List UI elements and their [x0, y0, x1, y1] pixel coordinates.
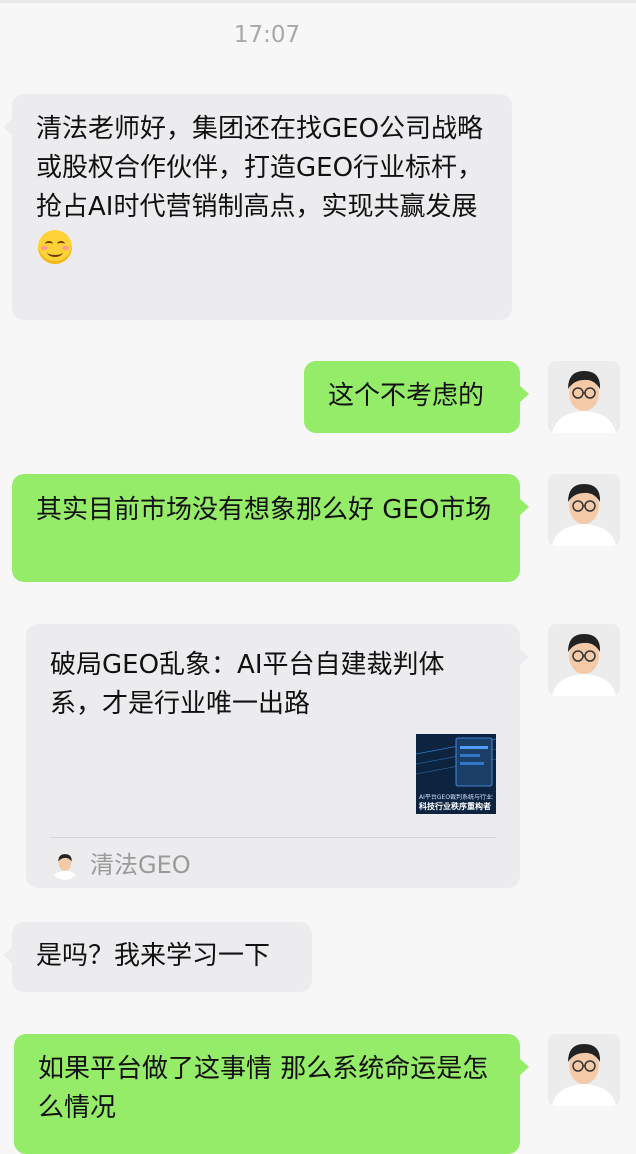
thumbnail-caption: AI平台GEO裁判系统与行业治理，是: [419, 794, 493, 801]
message-text: 是吗？我来学习一下: [36, 941, 271, 971]
card-divider: [50, 837, 496, 838]
thumbnail-headline: 科技行业秩序重构者: [419, 802, 491, 811]
user-avatar-icon: [548, 1034, 620, 1106]
message-incoming[interactable]: 清法老师好，集团还在找GEO公司战略或股权合作伙伴，打造GEO行业标杆，抢占AI…: [3, 94, 512, 320]
avatar[interactable]: [548, 1034, 620, 1106]
message-outgoing[interactable]: 这个不考虑的: [304, 361, 529, 433]
message-text: 这个不考虑的: [328, 381, 485, 411]
smiling-face-icon: [38, 229, 72, 264]
message-text: 清法老师好，集团还在找GEO公司战略或股权合作伙伴，打造GEO行业标杆，抢占AI…: [36, 114, 484, 222]
message-incoming[interactable]: 是吗？我来学习一下: [3, 922, 312, 992]
source-avatar-icon: [50, 850, 80, 880]
message-outgoing[interactable]: 如果平台做了这事情 那么系统命运是怎么情况: [14, 1034, 529, 1154]
card-title: 破局GEO乱象：AI平台自建裁判体系，才是行业唯一出路: [50, 650, 445, 719]
card-thumbnail: AI平台GEO裁判系统与行业治理，是 科技行业秩序重构者: [416, 734, 496, 814]
link-card[interactable]: 破局GEO乱象：AI平台自建裁判体系，才是行业唯一出路 AI平台GEO裁判系统与…: [26, 624, 529, 888]
avatar[interactable]: [548, 474, 620, 546]
avatar[interactable]: [548, 361, 620, 433]
timestamp: 17:07: [233, 22, 301, 48]
top-divider: [0, 0, 636, 3]
user-avatar-icon: [548, 361, 620, 433]
message-text: 其实目前市场没有想象那么好 GEO市场: [36, 495, 492, 525]
message-outgoing[interactable]: 其实目前市场没有想象那么好 GEO市场: [12, 474, 529, 582]
user-avatar-icon: [548, 474, 620, 546]
avatar[interactable]: [548, 624, 620, 696]
user-avatar-icon: [548, 624, 620, 696]
card-source: 清法GEO: [90, 851, 191, 879]
message-text: 如果平台做了这事情 那么系统命运是怎么情况: [38, 1054, 489, 1123]
